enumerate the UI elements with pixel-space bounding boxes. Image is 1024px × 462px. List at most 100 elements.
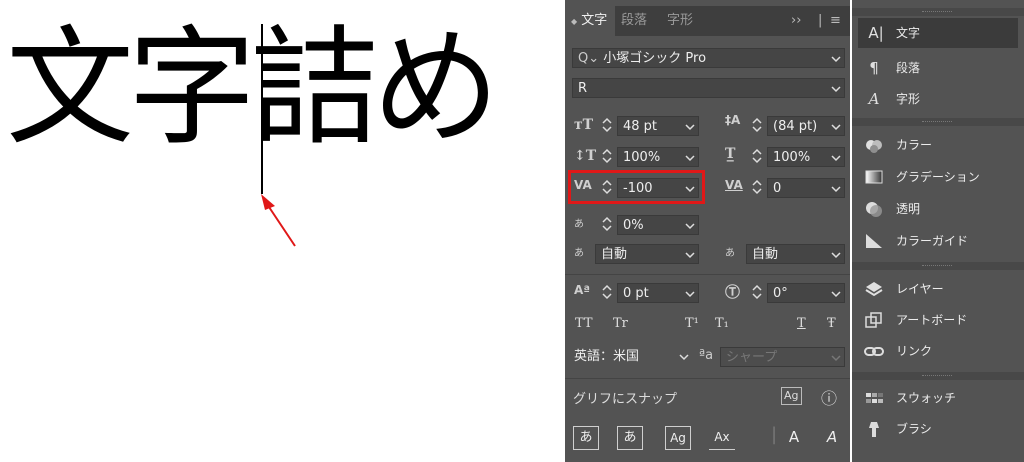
- dock-item-character[interactable]: A| 文字: [858, 18, 1018, 48]
- text-icon: A|: [868, 24, 884, 42]
- dock-item-paragraph[interactable]: ¶ 段落: [852, 53, 1024, 83]
- font-family-select[interactable]: Q⌄ 小塚ゴシック Pro: [572, 48, 845, 68]
- snap-proximity-button[interactable]: Ax: [709, 426, 735, 450]
- horizontal-scale-stepper[interactable]: [751, 147, 763, 165]
- tsume-field[interactable]: 0%: [617, 215, 699, 235]
- kerning-icon: VA: [725, 178, 743, 192]
- font-size-stepper[interactable]: [601, 116, 613, 134]
- text-cursor: [261, 24, 263, 194]
- chevron-down-icon: [685, 153, 695, 163]
- dock-grip[interactable]: [852, 118, 1024, 126]
- color-guide-icon: [864, 232, 884, 250]
- font-size-field[interactable]: 48 pt: [617, 116, 699, 136]
- dock-grip[interactable]: [852, 262, 1024, 270]
- snap-italic-button[interactable]: A: [819, 426, 845, 450]
- all-caps-button[interactable]: TT: [575, 316, 593, 331]
- chevron-down-icon: [679, 352, 689, 362]
- button-divider: |: [771, 424, 778, 445]
- small-caps-button[interactable]: Tr: [613, 316, 628, 331]
- snap-to-glyph-label: グリフにスナップ: [573, 392, 678, 407]
- divider: [565, 274, 850, 275]
- panel-dock: A| 文字 ¶ 段落 A 字形 カラー グラデーション 透明 カラーガイド レイ…: [852, 0, 1024, 462]
- snap-xheight-button[interactable]: あ: [617, 426, 643, 450]
- vertical-scale-stepper[interactable]: [601, 147, 613, 165]
- tsume-stepper[interactable]: [601, 215, 613, 233]
- baseline-shift-icon: Aª: [574, 283, 591, 297]
- brushes-icon: [864, 420, 884, 438]
- baseline-shift-field[interactable]: 0 pt: [617, 283, 699, 303]
- aki-left-icon: あ: [574, 248, 584, 259]
- dock-item-color[interactable]: カラー: [852, 130, 1024, 160]
- leading-icon: ‡A: [725, 113, 741, 127]
- chevron-down-icon: [831, 353, 841, 363]
- paragraph-icon: ¶: [869, 59, 879, 77]
- underline-button[interactable]: T: [797, 316, 806, 331]
- dock-grip[interactable]: [852, 372, 1024, 380]
- chevron-down-icon: [831, 250, 841, 260]
- leading-stepper[interactable]: [751, 116, 763, 134]
- kerning-field[interactable]: 0: [767, 178, 845, 198]
- tab-glyphs[interactable]: 字形: [667, 6, 693, 36]
- dock-item-artboards[interactable]: アートボード: [852, 305, 1024, 335]
- chevron-down-icon: [831, 54, 841, 64]
- dock-grip[interactable]: [852, 8, 1024, 16]
- superscript-button[interactable]: T¹: [685, 316, 699, 331]
- horizontal-scale-field[interactable]: 100%: [767, 147, 845, 167]
- language-select[interactable]: 英語：米国: [572, 347, 692, 367]
- aki-right-select[interactable]: 自動: [746, 244, 845, 264]
- subscript-button[interactable]: T₁: [715, 316, 729, 331]
- search-icon: Q⌄: [578, 51, 604, 66]
- rotation-field[interactable]: 0°: [767, 283, 845, 303]
- glyph-icon: A: [868, 90, 880, 108]
- transparency-icon: [864, 200, 884, 218]
- chevron-down-icon: [685, 289, 695, 299]
- chevron-down-icon: [685, 122, 695, 132]
- divider: [565, 378, 850, 379]
- dock-item-swatches[interactable]: スウォッチ: [852, 383, 1024, 413]
- tab-paragraph[interactable]: 段落: [621, 6, 647, 36]
- sample-text[interactable]: 文字詰め: [6, 14, 500, 164]
- dock-item-color-guide[interactable]: カラーガイド: [852, 226, 1024, 256]
- panel-menu-icon[interactable]: ≡: [830, 6, 841, 36]
- font-size-icon: тT: [574, 117, 594, 133]
- color-icon: [864, 136, 884, 154]
- rotation-stepper[interactable]: [751, 283, 763, 301]
- swatches-icon: [864, 389, 884, 407]
- vertical-scale-icon: ↕T: [574, 148, 597, 164]
- dock-item-glyphs[interactable]: A 字形: [852, 84, 1024, 114]
- dock-item-transparency[interactable]: 透明: [852, 194, 1024, 224]
- chevron-down-icon: [685, 221, 695, 231]
- kerning-stepper[interactable]: [751, 178, 763, 196]
- dock-item-layers[interactable]: レイヤー: [852, 274, 1024, 304]
- tab-character[interactable]: ◆ 文字: [565, 6, 616, 36]
- antialias-icon: ªa: [699, 348, 714, 363]
- snap-angular-button[interactable]: A: [781, 426, 807, 450]
- baseline-shift-stepper[interactable]: [601, 283, 613, 301]
- chevron-down-icon: [831, 184, 841, 194]
- panel-expand-icon[interactable]: ››: [791, 6, 801, 36]
- snap-glyph-bounds-button[interactable]: Ag: [665, 426, 691, 450]
- rotation-icon: Ⓣ: [725, 283, 741, 301]
- chevron-down-icon: [831, 153, 841, 163]
- font-style-select[interactable]: R: [572, 78, 845, 98]
- snap-baseline-button[interactable]: あ: [573, 426, 599, 450]
- glyph-options-icon[interactable]: Ag: [781, 387, 802, 405]
- layers-icon: [864, 280, 884, 298]
- artboard-icon: [864, 311, 884, 329]
- character-panel: ◆ 文字 段落 字形 ›› | ≡ Q⌄ 小塚ゴシック Pro R тT 48 …: [565, 0, 850, 462]
- artboard-canvas[interactable]: 文字詰め: [0, 0, 560, 462]
- chevron-down-icon: [831, 122, 841, 132]
- antialias-select[interactable]: シャープ: [720, 347, 845, 367]
- gradient-icon: [864, 168, 884, 186]
- leading-field[interactable]: (84 pt): [767, 116, 845, 136]
- aki-left-select[interactable]: 自動: [595, 244, 699, 264]
- chevron-down-icon: [831, 289, 841, 299]
- dock-item-gradient[interactable]: グラデーション: [852, 162, 1024, 192]
- vertical-scale-field[interactable]: 100%: [617, 147, 699, 167]
- strikethrough-button[interactable]: Ŧ: [827, 316, 836, 331]
- tsume-icon: あ: [574, 219, 584, 230]
- chevron-down-icon: [685, 250, 695, 260]
- info-icon[interactable]: ⓘ: [821, 385, 837, 409]
- dock-item-links[interactable]: リンク: [852, 336, 1024, 366]
- dock-item-brushes[interactable]: ブラシ: [852, 414, 1024, 444]
